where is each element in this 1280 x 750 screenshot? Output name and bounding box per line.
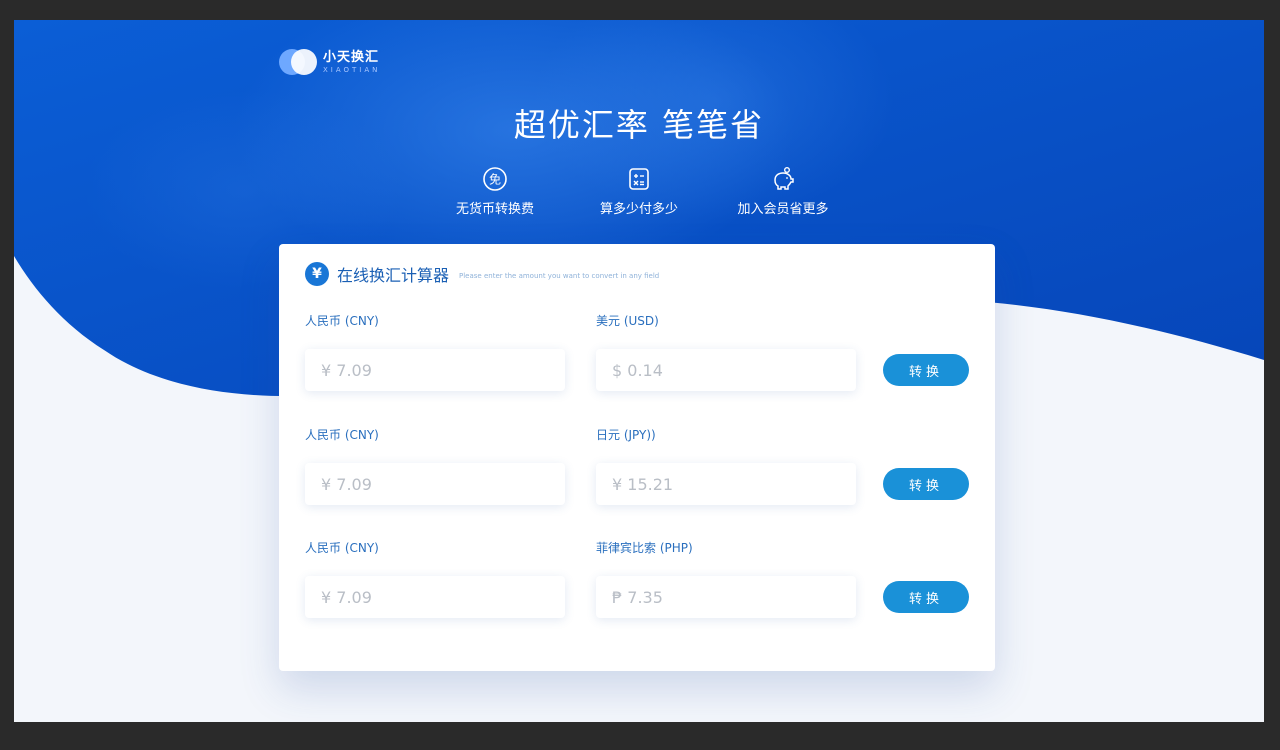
yen-icon: ¥ [305, 262, 329, 286]
piggy-bank-icon [774, 167, 794, 190]
feature-label: 算多少付多少 [599, 202, 678, 217]
card-header: ¥ 在线换汇计算器 Please enter the amount you wa… [305, 262, 659, 286]
php-amount-input[interactable]: ₱ 7.35 [596, 576, 856, 618]
feature-label: 加入会员省更多 [737, 202, 829, 217]
feature-label: 无货币转换费 [455, 202, 534, 217]
cny-amount-input[interactable]: ¥ 7.09 [305, 349, 565, 391]
hero-title: 超优汇率 笔笔省 [513, 106, 765, 144]
usd-amount-input[interactable]: $ 0.14 [596, 349, 856, 391]
feature-list: 免 无货币转换费 算多少付多少 加入会员省更多 [14, 166, 1264, 217]
from-currency-label: 人民币 (CNY) [305, 314, 379, 328]
from-currency-label: 人民币 (CNY) [305, 428, 379, 442]
to-currency-label: 日元 (JPY)) [596, 428, 656, 442]
conversion-row-usd: 人民币 (CNY) 美元 (USD) ¥ 7.09 $ 0.14 转换 [305, 312, 969, 412]
brand-name-en: XIAOTIAN [323, 65, 381, 74]
jpy-amount-input[interactable]: ¥ 15.21 [596, 463, 856, 505]
convert-button[interactable]: 转换 [883, 468, 969, 500]
brand-name: 小天换汇 [323, 49, 380, 65]
free-badge-icon: 免 [483, 167, 507, 191]
to-currency-label: 美元 (USD) [596, 314, 659, 328]
cny-amount-input[interactable]: ¥ 7.09 [305, 463, 565, 505]
cny-amount-input[interactable]: ¥ 7.09 [305, 576, 565, 618]
convert-button[interactable]: 转换 [883, 581, 969, 613]
card-subtitle: Please enter the amount you want to conv… [459, 272, 660, 280]
convert-button[interactable]: 转换 [883, 354, 969, 386]
logo-mark-icon [279, 48, 319, 76]
feature-item-membership: 加入会员省更多 [737, 166, 829, 217]
page-canvas: 小天换汇 XIAOTIAN 超优汇率 笔笔省 免 无货币转换费 算多少付多少 加… [14, 20, 1264, 722]
to-currency-label: 菲律宾比索 (PHP) [596, 541, 693, 555]
feature-item-pay-as-calc: 算多少付多少 [594, 166, 684, 217]
feature-item-no-fee: 免 无货币转换费 [450, 166, 540, 217]
from-currency-label: 人民币 (CNY) [305, 541, 379, 555]
conversion-row-php: 人民币 (CNY) 菲律宾比索 (PHP) ¥ 7.09 ₱ 7.35 转换 [305, 539, 969, 639]
svg-text:免: 免 [489, 172, 501, 187]
card-title: 在线换汇计算器 [337, 266, 450, 285]
brand-logo[interactable]: 小天换汇 XIAOTIAN [279, 48, 380, 76]
calculator-icon [629, 168, 649, 190]
conversion-row-jpy: 人民币 (CNY) 日元 (JPY)) ¥ 7.09 ¥ 15.21 转换 [305, 426, 969, 526]
converter-card: ¥ 在线换汇计算器 Please enter the amount you wa… [279, 244, 995, 671]
